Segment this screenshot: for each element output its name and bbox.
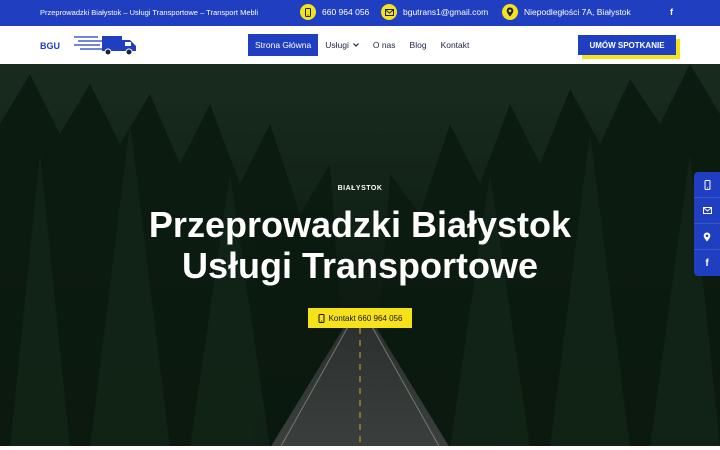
envelope-icon <box>381 4 397 20</box>
nav-blog[interactable]: Blog <box>403 34 434 56</box>
topbar-email[interactable]: bgutrans1@gmail.com <box>381 4 488 20</box>
main-menu: Strona Główna Usługi O nas Blog Kontakt <box>248 34 476 56</box>
nav-contact[interactable]: Kontakt <box>434 34 477 56</box>
appointment-button-wrap: UMÓW SPOTKANIE <box>578 35 680 59</box>
main-navbar: BGU Strona Główna Usługi O nas Blog Kont… <box>0 26 720 64</box>
envelope-icon <box>702 207 712 214</box>
hero-section: BIAŁYSTOK Przeprowadzki Białystok Usługi… <box>0 64 720 448</box>
chevron-down-icon <box>352 43 359 47</box>
facebook-icon: f <box>705 257 709 269</box>
topbar-phone-text: 660 964 056 <box>322 7 370 17</box>
nav-services-label: Usługi <box>325 40 349 50</box>
hero-kicker: BIAŁYSTOK <box>337 185 383 192</box>
map-pin-icon <box>502 4 518 20</box>
nav-services[interactable]: Usługi <box>318 34 366 56</box>
dock-email-button[interactable] <box>694 198 720 224</box>
topbar-email-text: bgutrans1@gmail.com <box>403 7 489 17</box>
topbar-address[interactable]: Niepodległości 7A, Białystok <box>502 4 631 20</box>
dock-phone-button[interactable] <box>694 172 720 198</box>
phone-icon <box>300 4 316 20</box>
hero-contact-button[interactable]: Kontakt 660 964 056 <box>308 308 412 328</box>
phone-icon <box>318 313 325 323</box>
site-tagline: Przeprowadzki Białystok – Usługi Transpo… <box>40 8 259 17</box>
topbar-phone[interactable]: 660 964 056 <box>300 4 369 20</box>
hero-title-line1: Przeprowadzki Białystok <box>148 204 572 245</box>
truck-icon <box>74 36 136 56</box>
bottom-strip <box>0 446 720 450</box>
nav-about[interactable]: O nas <box>366 34 403 56</box>
appointment-button[interactable]: UMÓW SPOTKANIE <box>578 35 676 55</box>
hero-title-line2: Usługi Transportowe <box>181 245 539 286</box>
social-dock: f <box>694 172 720 276</box>
top-info-bar: Przeprowadzki Białystok – Usługi Transpo… <box>0 0 720 26</box>
nav-home[interactable]: Strona Główna <box>248 34 319 56</box>
topbar-address-text: Niepodległości 7A, Białystok <box>524 7 631 17</box>
hero-contact-label: Kontakt 660 964 056 <box>328 313 403 323</box>
logo-text: BGU <box>40 41 60 51</box>
site-logo[interactable]: BGU <box>40 31 140 59</box>
phone-icon <box>704 179 710 190</box>
dock-facebook-button[interactable]: f <box>694 250 720 276</box>
map-pin-icon <box>703 232 711 241</box>
facebook-icon[interactable]: f <box>670 7 673 17</box>
dock-location-button[interactable] <box>694 224 720 250</box>
